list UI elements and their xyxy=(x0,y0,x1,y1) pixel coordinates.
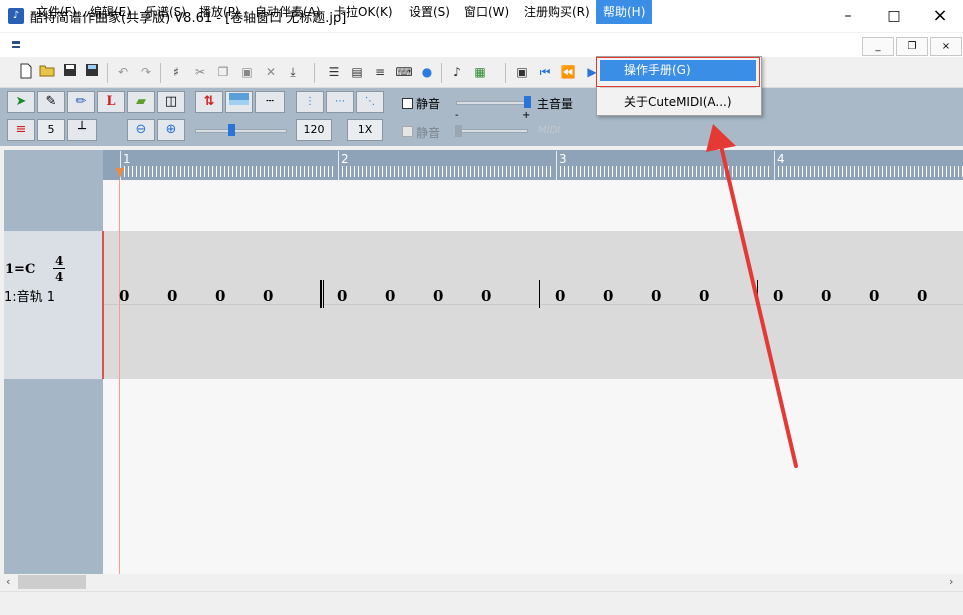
annotation-arrow-icon xyxy=(706,124,798,468)
